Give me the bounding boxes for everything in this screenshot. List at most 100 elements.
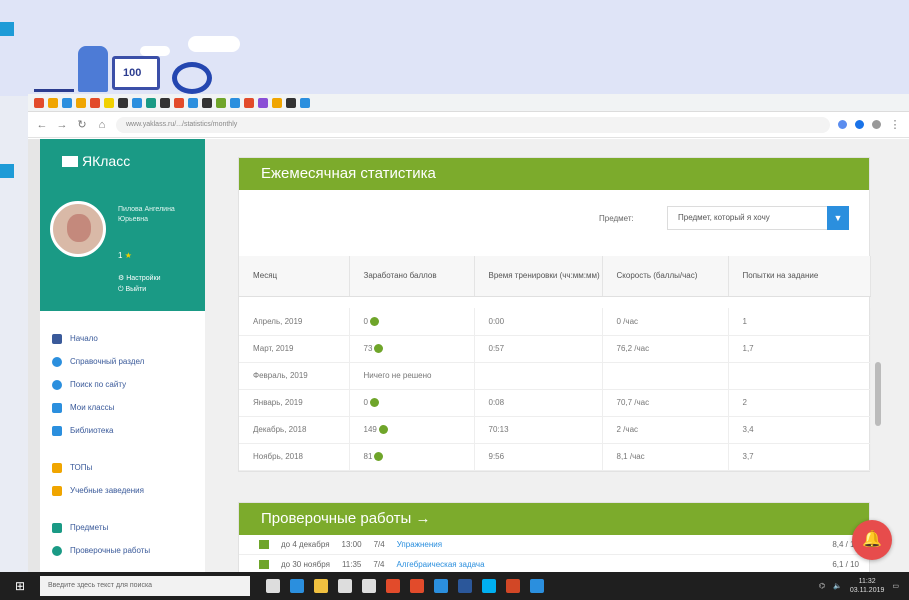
taskbar-search-input[interactable]: Введите здесь текст для поиска xyxy=(40,576,250,596)
subject-filter-label: Предмет: xyxy=(599,214,634,223)
extension-icon[interactable] xyxy=(855,120,864,129)
sidebar-item-search[interactable]: Поиск по сайту xyxy=(52,373,205,396)
bookmark-icon[interactable] xyxy=(286,97,296,108)
action-center-icon[interactable]: ▭ xyxy=(892,582,899,590)
taskbar-apps xyxy=(266,579,544,593)
column-header[interactable]: Попытки на задание xyxy=(728,256,871,297)
extension-icon[interactable] xyxy=(838,120,847,129)
table-scrollbar-thumb[interactable] xyxy=(875,362,881,426)
bookmark-icon[interactable] xyxy=(272,97,282,108)
word-icon[interactable] xyxy=(458,579,472,593)
bookmark-icon[interactable] xyxy=(62,97,72,108)
chrome-icon[interactable] xyxy=(386,579,400,593)
points-cell: 81 xyxy=(349,443,475,471)
volume-icon[interactable]: 🔈 xyxy=(833,582,842,590)
yandex-icon[interactable] xyxy=(410,579,424,593)
bookmark-icon[interactable] xyxy=(118,97,128,108)
bookmark-icon[interactable] xyxy=(202,97,212,108)
check-icon xyxy=(52,545,62,556)
bookmark-icon[interactable] xyxy=(216,97,226,108)
edge-icon[interactable] xyxy=(290,579,304,593)
network-icon[interactable]: ⌬ xyxy=(819,582,825,590)
column-header[interactable]: Заработано баллов xyxy=(349,256,475,297)
table-scrollbar[interactable] xyxy=(875,274,881,436)
bookmark-icon[interactable] xyxy=(174,97,184,108)
browser-side-rail xyxy=(28,139,40,572)
windows-start-icon[interactable]: ⊞ xyxy=(0,572,40,600)
home-icon[interactable]: ⌂ xyxy=(96,119,108,131)
bookmark-icon[interactable] xyxy=(188,97,198,108)
wallpaper-person-illustration xyxy=(78,46,108,92)
column-header[interactable]: Месяц xyxy=(239,256,350,297)
table-row: Январь, 2019 0 0:08 70,7 /час 2 xyxy=(239,389,871,417)
skype-icon[interactable] xyxy=(482,579,496,593)
back-icon[interactable]: ← xyxy=(36,119,48,131)
sidebar-item-subjects[interactable]: Предметы xyxy=(52,516,205,539)
bookmark-icon[interactable] xyxy=(244,97,254,108)
notification-bell-button[interactable]: 🔔 xyxy=(852,520,892,560)
sidebar-item-library[interactable]: Библиотека xyxy=(52,419,205,442)
sidebar-item-home[interactable]: Начало xyxy=(52,327,205,350)
forward-icon[interactable]: → xyxy=(56,119,68,131)
home-icon xyxy=(52,333,62,344)
mail-icon[interactable] xyxy=(362,579,376,593)
sidebar-item-help[interactable]: Справочный раздел xyxy=(52,350,205,373)
app-icon[interactable] xyxy=(434,579,448,593)
system-tray: ⌬ 🔈 11:32 03.11.2019 ▭ xyxy=(819,577,909,595)
time-cell: 70:13 xyxy=(474,416,603,444)
list-item: до 30 ноября 11:35 7/4 Алгебраическая за… xyxy=(239,555,869,573)
sidebar-menu: Начало Справочный раздел Поиск по сайту … xyxy=(40,311,205,562)
subject-select[interactable]: Предмет, который я хочу xyxy=(667,206,843,230)
clock[interactable]: 11:32 03.11.2019 xyxy=(850,577,885,595)
time-cell xyxy=(474,362,603,390)
avatar[interactable] xyxy=(50,201,106,257)
tests-card: Проверочные работы → до 4 декабря 13:00 … xyxy=(238,501,870,573)
bookmark-icon[interactable] xyxy=(76,97,86,108)
chevron-down-icon[interactable]: ▼ xyxy=(827,206,849,230)
bookmark-icon[interactable] xyxy=(300,97,310,108)
bookmark-icon[interactable] xyxy=(230,97,240,108)
monthly-stats-title: Ежемесячная статистика xyxy=(239,158,869,190)
reload-icon[interactable]: ↻ xyxy=(76,118,88,131)
settings-link[interactable]: ⚙ Настройки xyxy=(118,273,161,284)
desktop-app-icon[interactable] xyxy=(0,164,14,178)
logout-link[interactable]: ⏻ Выйти xyxy=(118,284,161,295)
desktop-app-icon[interactable] xyxy=(0,22,14,36)
app-icon[interactable] xyxy=(530,579,544,593)
url-field[interactable]: www.yaklass.ru/.../statistics/monthly xyxy=(116,116,830,133)
browser-window: ← → ↻ ⌂ www.yaklass.ru/.../statistics/mo… xyxy=(28,94,909,572)
bookmark-icon[interactable] xyxy=(90,97,100,108)
powerpoint-icon[interactable] xyxy=(506,579,520,593)
speed-cell: 8,1 /час xyxy=(602,443,729,471)
monthly-stats-card: Ежемесячная статистика Предмет: Предмет,… xyxy=(238,157,881,472)
bookmark-icon[interactable] xyxy=(258,97,268,108)
sidebar-item-tops[interactable]: ТОПы xyxy=(52,456,205,479)
sidebar-item-tests[interactable]: Проверочные работы xyxy=(52,539,205,562)
extension-icon[interactable] xyxy=(872,120,881,129)
bookmark-icon[interactable] xyxy=(146,97,156,108)
time-cell: 0:00 xyxy=(474,308,603,336)
sidebar-item-classes[interactable]: Мои классы xyxy=(52,396,205,419)
bookmarks-bar xyxy=(28,94,909,112)
menu-icon[interactable]: ⋮ xyxy=(889,118,901,131)
bookmark-icon[interactable] xyxy=(48,97,58,108)
site-logo[interactable]: ЯКласс xyxy=(62,153,130,169)
table-row: Апрель, 2019 0 0:00 0 /час 1 xyxy=(239,308,871,336)
bookmark-icon[interactable] xyxy=(34,97,44,108)
work-link[interactable]: Упражнения xyxy=(397,540,442,549)
work-link[interactable]: Алгебраическая задача xyxy=(397,560,485,569)
sidebar-item-schools[interactable]: Учебные заведения xyxy=(52,479,205,502)
attempts-cell: 1 xyxy=(728,308,871,336)
tests-title-link[interactable]: Проверочные работы → xyxy=(239,502,869,535)
bookmark-icon[interactable] xyxy=(160,97,170,108)
folder-icon[interactable] xyxy=(314,579,328,593)
store-icon[interactable] xyxy=(338,579,352,593)
level-value: 1 xyxy=(118,251,123,260)
column-header[interactable]: Время тренировки (чч:мм:мм) xyxy=(474,256,603,297)
bookmark-icon[interactable] xyxy=(104,97,114,108)
task-view-icon[interactable] xyxy=(266,579,280,593)
user-name[interactable]: Пилова Ангелина Юрьевна xyxy=(118,205,198,225)
work-deadline: до 4 декабря xyxy=(281,539,330,549)
column-header[interactable]: Скорость (баллы/час) xyxy=(602,256,729,297)
bookmark-icon[interactable] xyxy=(132,97,142,108)
